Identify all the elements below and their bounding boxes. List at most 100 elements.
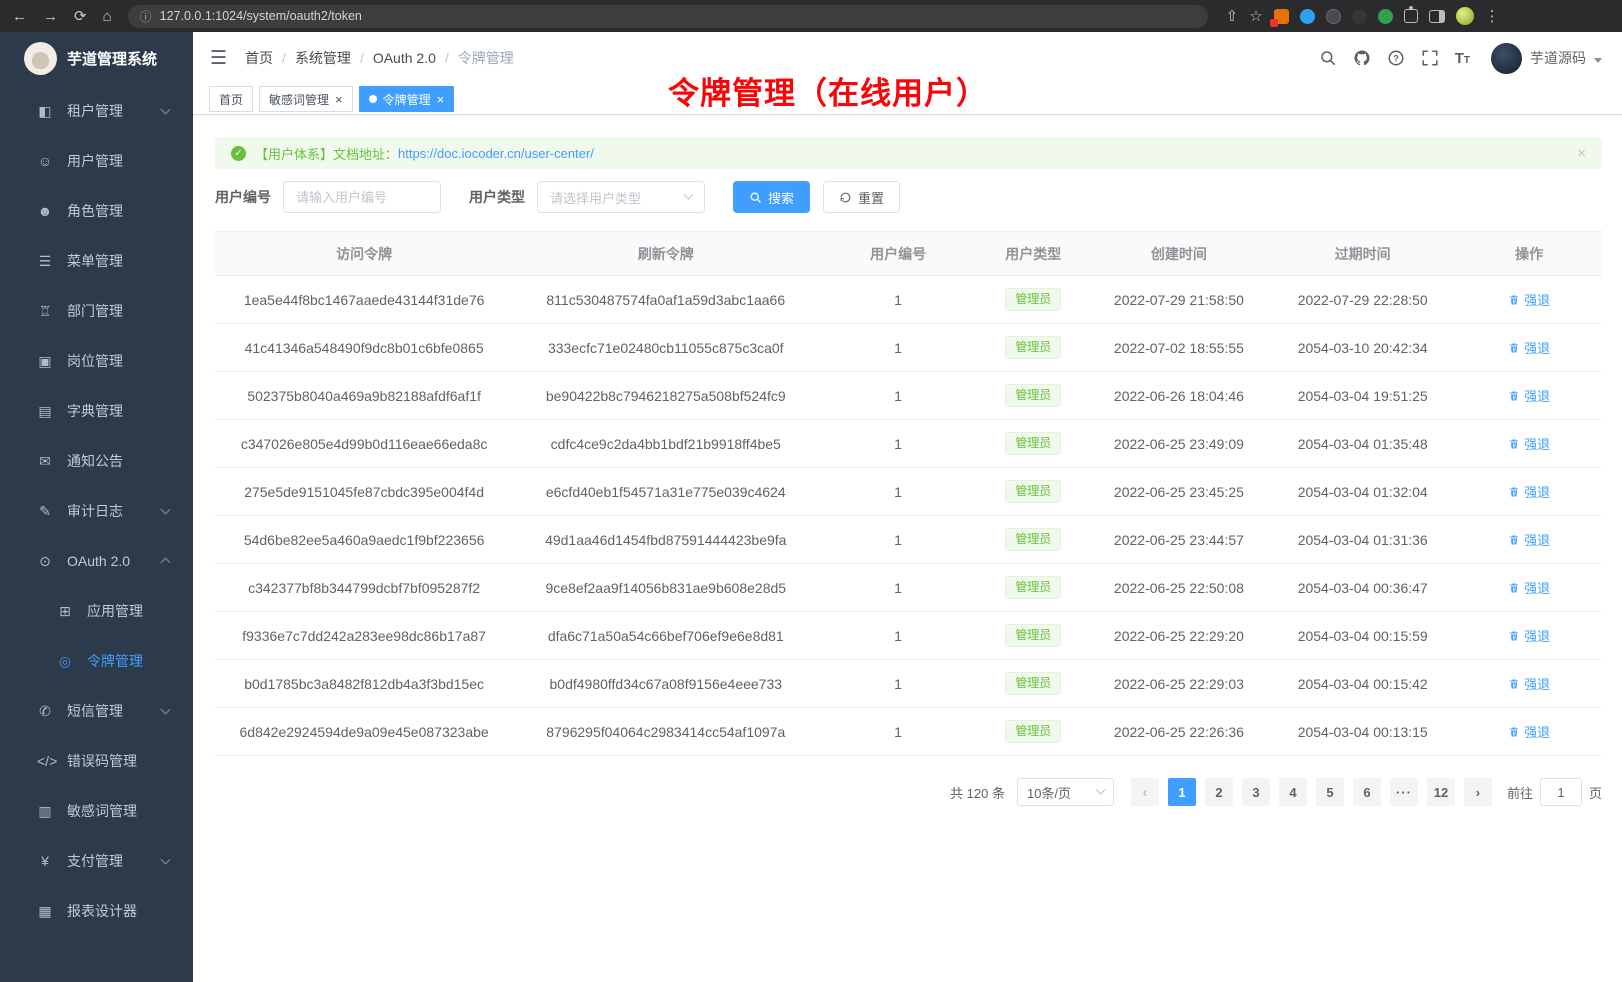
extension-icon[interactable]	[1326, 9, 1341, 24]
page-button[interactable]: 2	[1205, 778, 1233, 806]
side-panel-icon[interactable]	[1429, 10, 1445, 23]
sidebar-item-dict[interactable]: ▤ 字典管理	[0, 386, 193, 436]
user-type-badge: 管理员	[1005, 384, 1061, 406]
url-bar[interactable]: ⓘ 127.0.0.1:1024/system/oauth2/token	[128, 5, 1208, 28]
extensions-puzzle-icon[interactable]	[1404, 9, 1418, 23]
force-logout-button[interactable]: 强退	[1508, 722, 1550, 741]
sidebar-item-dept[interactable]: ♖ 部门管理	[0, 286, 193, 336]
extension-icon[interactable]	[1378, 9, 1393, 24]
tab-close-icon[interactable]: ×	[335, 93, 343, 106]
tab-home[interactable]: 首页	[209, 86, 253, 112]
access-token-cell: f9336e7c7dd242a283ee98dc86b17a87	[215, 612, 513, 660]
browser-profile-avatar[interactable]	[1456, 7, 1474, 25]
search-button[interactable]: 搜索	[733, 181, 810, 213]
force-logout-button[interactable]: 强退	[1508, 434, 1550, 453]
alert-close-icon[interactable]: ×	[1577, 145, 1586, 162]
font-size-icon[interactable]: TT	[1455, 50, 1470, 67]
force-logout-button[interactable]: 强退	[1508, 626, 1550, 645]
sidebar-item-oauth2[interactable]: ⊙ OAuth 2.0	[0, 536, 193, 586]
sidebar-item-oauth2-token[interactable]: ◎ 令牌管理	[0, 636, 193, 686]
sidebar-item-notice[interactable]: ✉ 通知公告	[0, 436, 193, 486]
next-page-button[interactable]: ›	[1464, 778, 1492, 806]
user-menu[interactable]: 芋道源码	[1491, 43, 1602, 74]
page-button[interactable]: 12	[1427, 778, 1455, 806]
hamburger-icon[interactable]: ☰	[210, 47, 227, 70]
user-type-badge: 管理员	[1005, 528, 1061, 550]
access-token-cell: 41c41346a548490f9dc8b01c6bfe0865	[215, 324, 513, 372]
sidebar-item-sms[interactable]: ✆ 短信管理	[0, 686, 193, 736]
reload-icon[interactable]: ⟳	[74, 9, 87, 24]
force-logout-button[interactable]: 强退	[1508, 338, 1550, 357]
page-button[interactable]: 1	[1168, 778, 1196, 806]
breadcrumb-link[interactable]: 令牌管理	[458, 48, 514, 68]
force-logout-button[interactable]: 强退	[1508, 482, 1550, 501]
page-button[interactable]: ···	[1390, 778, 1418, 806]
sidebar-item-label: 支付管理	[67, 851, 123, 871]
sidebar-item-icon: ◧	[37, 103, 53, 120]
alert-text: 【用户体系】文档地址：	[255, 144, 398, 163]
breadcrumb-item: OAuth 2.0 /	[373, 50, 458, 66]
search-icon[interactable]	[1319, 49, 1338, 68]
breadcrumb-link[interactable]: 系统管理	[295, 48, 351, 68]
sidebar-item-user[interactable]: ☺ 用户管理	[0, 136, 193, 186]
goto-page-input[interactable]	[1540, 778, 1582, 806]
expire-time-cell: 2054-03-04 01:31:36	[1269, 516, 1456, 564]
prev-page-button[interactable]: ‹	[1131, 778, 1159, 806]
user-id-cell: 1	[818, 516, 978, 564]
sidebar-item-sensitive-word[interactable]: ▥ 敏感词管理	[0, 786, 193, 836]
page-size-select[interactable]: 10条/页	[1017, 778, 1114, 806]
sidebar-item-report-designer[interactable]: ▦ 报表设计器	[0, 886, 193, 936]
site-info-icon[interactable]: ⓘ	[140, 8, 152, 25]
tab-close-icon[interactable]: ×	[437, 93, 445, 106]
force-logout-button[interactable]: 强退	[1508, 578, 1550, 597]
sidebar-item-icon: ⊙	[37, 553, 53, 570]
page-button[interactable]: 6	[1353, 778, 1381, 806]
chevron-down-icon	[1594, 58, 1602, 63]
sidebar-item-menu[interactable]: ☰ 菜单管理	[0, 236, 193, 286]
force-logout-button[interactable]: 强退	[1508, 386, 1550, 405]
tab-sensitive-word[interactable]: 敏感词管理 ×	[259, 86, 353, 112]
table-row: 41c41346a548490f9dc8b01c6bfe0865 333ecfc…	[215, 324, 1602, 372]
expire-time-cell: 2054-03-10 20:42:34	[1269, 324, 1456, 372]
share-icon[interactable]: ⇧	[1226, 9, 1239, 24]
sidebar-item-post[interactable]: ▣ 岗位管理	[0, 336, 193, 386]
force-logout-button[interactable]: 强退	[1508, 674, 1550, 693]
help-icon[interactable]: ?	[1387, 49, 1406, 68]
column-header: 访问令牌	[215, 232, 513, 276]
extension-icon[interactable]	[1352, 9, 1367, 24]
browser-menu-icon[interactable]: ⋮	[1485, 9, 1500, 24]
force-logout-button[interactable]: 强退	[1508, 290, 1550, 309]
sidebar-item-audit-log[interactable]: ✎ 审计日志	[0, 486, 193, 536]
sidebar-item-tenant[interactable]: ◧ 租户管理	[0, 86, 193, 136]
page-button[interactable]: 3	[1242, 778, 1270, 806]
force-logout-button[interactable]: 强退	[1508, 530, 1550, 549]
back-icon[interactable]: ←	[12, 9, 27, 24]
sidebar-item-role[interactable]: ☻ 角色管理	[0, 186, 193, 236]
sidebar-item-pay[interactable]: ¥ 支付管理	[0, 836, 193, 886]
created-time-cell: 2022-07-02 18:55:55	[1089, 324, 1269, 372]
bookmark-star-icon[interactable]: ☆	[1249, 9, 1262, 24]
sidebar-item-error-code[interactable]: </> 错误码管理	[0, 736, 193, 786]
user-type-select[interactable]: 请选择用户类型	[537, 181, 705, 213]
github-icon[interactable]	[1353, 49, 1372, 68]
breadcrumb-link[interactable]: 首页	[245, 48, 273, 68]
fullscreen-icon[interactable]	[1421, 49, 1440, 68]
extension-icon[interactable]	[1274, 9, 1289, 24]
page-button[interactable]: 4	[1279, 778, 1307, 806]
doc-alert: ✓ 【用户体系】文档地址： https://doc.iocoder.cn/use…	[215, 137, 1602, 169]
page-button[interactable]: 5	[1316, 778, 1344, 806]
user-id-input[interactable]	[283, 181, 441, 213]
breadcrumb-link[interactable]: OAuth 2.0	[373, 50, 436, 66]
sidebar-item-oauth2-app[interactable]: ⊞ 应用管理	[0, 586, 193, 636]
extension-icon[interactable]	[1300, 9, 1315, 24]
chevron-down-icon	[1096, 784, 1106, 794]
reset-button[interactable]: 重置	[823, 181, 900, 213]
user-id-cell: 1	[818, 564, 978, 612]
app-logo-row[interactable]: 芋道管理系统	[0, 32, 193, 84]
home-icon[interactable]: ⌂	[103, 9, 112, 24]
created-time-cell: 2022-07-29 21:58:50	[1089, 276, 1269, 324]
doc-link[interactable]: https://doc.iocoder.cn/user-center/	[398, 146, 594, 161]
tab-oauth2-token[interactable]: 令牌管理 ×	[359, 86, 455, 112]
user-type-cell: 管理员	[978, 420, 1089, 468]
forward-icon[interactable]: →	[43, 9, 58, 24]
